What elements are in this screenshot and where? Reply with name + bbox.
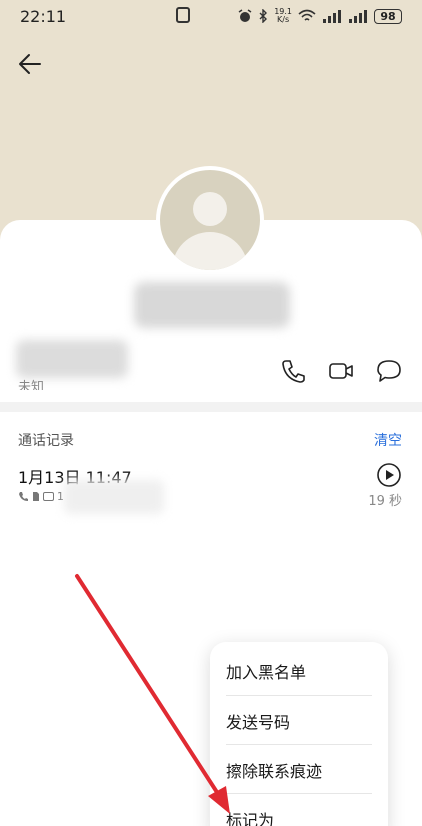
status-indicators: 19.1 K/s 98: [238, 8, 402, 24]
message-icon[interactable]: [376, 358, 402, 384]
clear-call-log-button[interactable]: 清空: [374, 430, 402, 450]
battery-icon: 98: [374, 8, 402, 24]
section-divider: [0, 402, 422, 412]
avatar-body: [172, 232, 248, 270]
menu-item-send-number[interactable]: 发送号码: [226, 696, 372, 745]
video-call-icon[interactable]: [328, 358, 354, 384]
status-bar: 22:11 19.1 K/s 98: [0, 0, 422, 32]
overflow-menu: 加入黑名单 发送号码 擦除联系痕迹 标记为: [210, 642, 388, 826]
signal-icon: [349, 10, 367, 23]
call-log-title: 通话记录: [18, 433, 74, 449]
nfc-icon: [176, 7, 190, 23]
blurred-phone-number: [16, 340, 128, 378]
call-entry-meta-text: 1: [57, 490, 64, 503]
menu-item-mark-as[interactable]: 标记为: [226, 794, 372, 826]
status-time: 22:11: [20, 6, 67, 26]
blurred-contact-name: [134, 282, 290, 328]
avatar-head: [193, 192, 227, 226]
sim-card-icon: [33, 492, 39, 501]
bluetooth-icon: [259, 9, 268, 23]
incoming-call-icon: [19, 492, 28, 501]
back-arrow-icon[interactable]: [14, 48, 46, 80]
signal-icon: [323, 10, 341, 23]
alarm-icon: [238, 9, 252, 22]
net-speed: 19.1 K/s: [274, 7, 292, 24]
call-entry-meta: 1: [18, 490, 64, 503]
hd-voice-icon: [43, 492, 54, 501]
blurred-call-number: [64, 480, 164, 514]
menu-item-add-to-blacklist[interactable]: 加入黑名单: [226, 646, 372, 695]
menu-item-erase-contact-traces[interactable]: 擦除联系痕迹: [226, 745, 372, 794]
avatar: [156, 166, 264, 274]
wifi-icon: [298, 9, 316, 21]
call-duration: 19 秒: [368, 494, 402, 509]
phone-icon[interactable]: [280, 358, 306, 384]
play-icon[interactable]: [376, 462, 402, 488]
number-location-label: 未知: [18, 380, 45, 390]
